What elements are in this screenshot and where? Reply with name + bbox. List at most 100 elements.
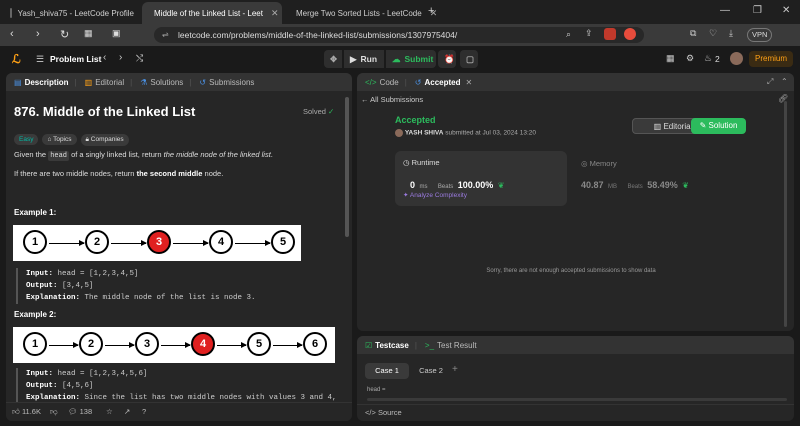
tab-middle-linked-list[interactable]: Middle of the Linked List - Leet ✕ bbox=[142, 2, 282, 24]
companies-tag[interactable]: 🔒︎ Companies bbox=[80, 134, 129, 146]
analyze-complexity-link[interactable]: ✦ Analyze Complexity bbox=[403, 191, 467, 199]
tab-code[interactable]: </> Code bbox=[365, 78, 399, 87]
tab-label: Testcase bbox=[375, 340, 409, 350]
list-node: 5 bbox=[271, 230, 295, 254]
arrow bbox=[49, 342, 79, 348]
download-icon[interactable]: ⤓ bbox=[729, 28, 733, 39]
memory-label[interactable]: ◎ Memory bbox=[581, 159, 617, 168]
solved-status: Solved ✓ bbox=[303, 107, 334, 116]
leetcode-logo-icon[interactable]: ℒ bbox=[12, 52, 21, 66]
flame-icon: ♨ bbox=[704, 53, 713, 63]
description-paragraph-1: Given the head of a singly linked list, … bbox=[14, 150, 273, 161]
scrollbar-thumb[interactable] bbox=[784, 101, 787, 327]
run-button[interactable]: ▶ Run bbox=[344, 50, 384, 68]
case-1-tab[interactable]: Case 1 bbox=[365, 363, 409, 379]
layout-icon[interactable]: ▦ bbox=[666, 53, 675, 64]
text: Given the bbox=[14, 150, 49, 159]
new-tab-button[interactable]: + bbox=[428, 5, 434, 17]
debug-button[interactable]: ✥ bbox=[324, 50, 342, 68]
site-info-icon[interactable]: ⇌ bbox=[162, 27, 169, 43]
value: head = [1,2,3,4,5,6] bbox=[53, 370, 148, 378]
back-icon[interactable]: ‹ bbox=[10, 28, 14, 40]
extension-icon[interactable] bbox=[624, 28, 636, 40]
head-input-field[interactable] bbox=[367, 398, 787, 401]
tab-label: Editorial bbox=[95, 77, 125, 87]
topics-tag[interactable]: ⌂ Topics bbox=[42, 134, 77, 145]
favorite-star-icon[interactable]: ☆ bbox=[106, 407, 113, 416]
collapse-icon[interactable]: ⌃ bbox=[781, 77, 788, 86]
tab-accepted[interactable]: ↺ Accepted ✕ bbox=[415, 78, 472, 87]
like-button[interactable]: 👍︎ 11.6K bbox=[12, 407, 41, 417]
share-icon[interactable]: ↗ bbox=[124, 407, 130, 416]
premium-button[interactable]: Premium bbox=[749, 51, 794, 67]
tab-solutions[interactable]: ⚗ Solutions bbox=[140, 78, 183, 87]
restore-icon[interactable]: ❐ bbox=[753, 5, 762, 16]
arrow bbox=[105, 342, 135, 348]
close-window-icon[interactable]: ✕ bbox=[782, 5, 790, 16]
no-data-message: Sorry, there are not enough accepted sub… bbox=[486, 268, 656, 274]
avatar[interactable] bbox=[730, 52, 743, 65]
list-node: 1 bbox=[23, 230, 47, 254]
runtime-card[interactable]: ◷ Runtime 0 ms Beats 100.00% ❦ ✦ Analyze… bbox=[395, 151, 567, 206]
emphasis: the middle node of the linked list bbox=[163, 150, 271, 159]
settings-icon[interactable]: ⚙ bbox=[686, 53, 694, 64]
tab-editorial[interactable]: ▥ Editorial bbox=[85, 78, 124, 87]
notes-button[interactable]: ▢ bbox=[460, 50, 478, 68]
memory-stats: 40.87 MB Beats 58.49% ❦ bbox=[581, 175, 689, 193]
share-icon[interactable]: ⇪ bbox=[585, 28, 593, 39]
dislike-button[interactable]: 👎︎ bbox=[50, 407, 58, 417]
tab-test-result[interactable]: >_ Test Result bbox=[425, 341, 477, 350]
streak-count: 2 bbox=[715, 54, 720, 64]
list-node: 5 bbox=[247, 332, 271, 356]
username[interactable]: YASH SHIVA bbox=[405, 130, 444, 137]
all-submissions-link[interactable]: ← All Submissions bbox=[361, 95, 423, 104]
run-label: Run bbox=[360, 54, 378, 64]
help-icon[interactable]: ? bbox=[142, 407, 146, 416]
tab-description[interactable]: ▤ Description bbox=[14, 78, 69, 87]
memory-icon: ◎ bbox=[581, 159, 590, 168]
tab-title: Middle of the Linked List - Leet bbox=[154, 8, 263, 18]
shuffle-icon[interactable]: ⤭ bbox=[136, 53, 143, 64]
close-tab-icon[interactable]: ✕ bbox=[271, 8, 279, 19]
close-tab-icon[interactable]: ✕ bbox=[466, 78, 473, 87]
next-problem-icon[interactable]: › bbox=[119, 52, 122, 63]
link-label: All Submissions bbox=[370, 95, 424, 104]
list-node: 4 bbox=[209, 230, 233, 254]
memory-unit: MB bbox=[607, 184, 617, 190]
tab-label: Test Result bbox=[437, 340, 477, 350]
example-1-io: Input: head = [1,2,3,4,5] Output: [3,4,5… bbox=[16, 268, 336, 304]
bug-icon: ✥ bbox=[330, 53, 338, 64]
tab-testcase[interactable]: ☑ Testcase bbox=[365, 341, 409, 350]
vpn-button[interactable]: VPN bbox=[747, 28, 773, 42]
speed-dial-icon[interactable]: ▣ bbox=[112, 28, 121, 39]
submit-button[interactable]: ☁ Submit bbox=[386, 50, 436, 68]
expand-icon[interactable]: ⤢ bbox=[767, 77, 773, 87]
button-label: Editorial bbox=[663, 122, 693, 131]
search-icon[interactable]: ⌕ bbox=[566, 29, 571, 40]
tab-overview-icon[interactable]: ▦ bbox=[84, 28, 93, 39]
case-2-tab[interactable]: Case 2 bbox=[409, 363, 453, 379]
list-node: 6 bbox=[303, 332, 327, 356]
tab-submissions[interactable]: ↺ Submissions bbox=[199, 78, 254, 87]
upload-icon: ☁ bbox=[392, 53, 401, 64]
solution-button[interactable]: ✎ Solution bbox=[691, 118, 746, 134]
comments-button[interactable]: 💬︎ 138 bbox=[68, 407, 92, 416]
timer-button[interactable]: ⏰ bbox=[438, 50, 456, 68]
scrollbar-thumb[interactable] bbox=[345, 97, 349, 237]
difficulty-badge[interactable]: Easy bbox=[14, 134, 39, 145]
tab-profile[interactable]: Yash_shiva75 - LeetCode Profile bbox=[4, 2, 140, 24]
thumbs-up-icon: 👍︎ bbox=[12, 407, 20, 416]
middle-list-node: 3 bbox=[147, 230, 171, 254]
reload-icon[interactable]: ↻ bbox=[60, 28, 69, 41]
problem-list-link[interactable]: Problem List bbox=[50, 54, 101, 64]
tab-merge-sorted-lists[interactable]: Merge Two Sorted Lists - LeetCode ✕ bbox=[284, 2, 437, 24]
heart-icon[interactable]: ♡ bbox=[709, 28, 717, 39]
prev-problem-icon[interactable]: ‹ bbox=[103, 52, 106, 63]
extension-icon[interactable] bbox=[604, 28, 616, 40]
source-toggle[interactable]: </> Source bbox=[365, 408, 402, 417]
submission-meta: YASH SHIVA submitted at Jul 03, 2024 13:… bbox=[395, 129, 536, 137]
forward-icon[interactable]: › bbox=[36, 28, 40, 40]
minimize-icon[interactable]: — bbox=[720, 5, 730, 16]
snapshot-icon[interactable]: ⧉ bbox=[690, 28, 696, 39]
add-case-icon[interactable]: + bbox=[452, 364, 458, 375]
